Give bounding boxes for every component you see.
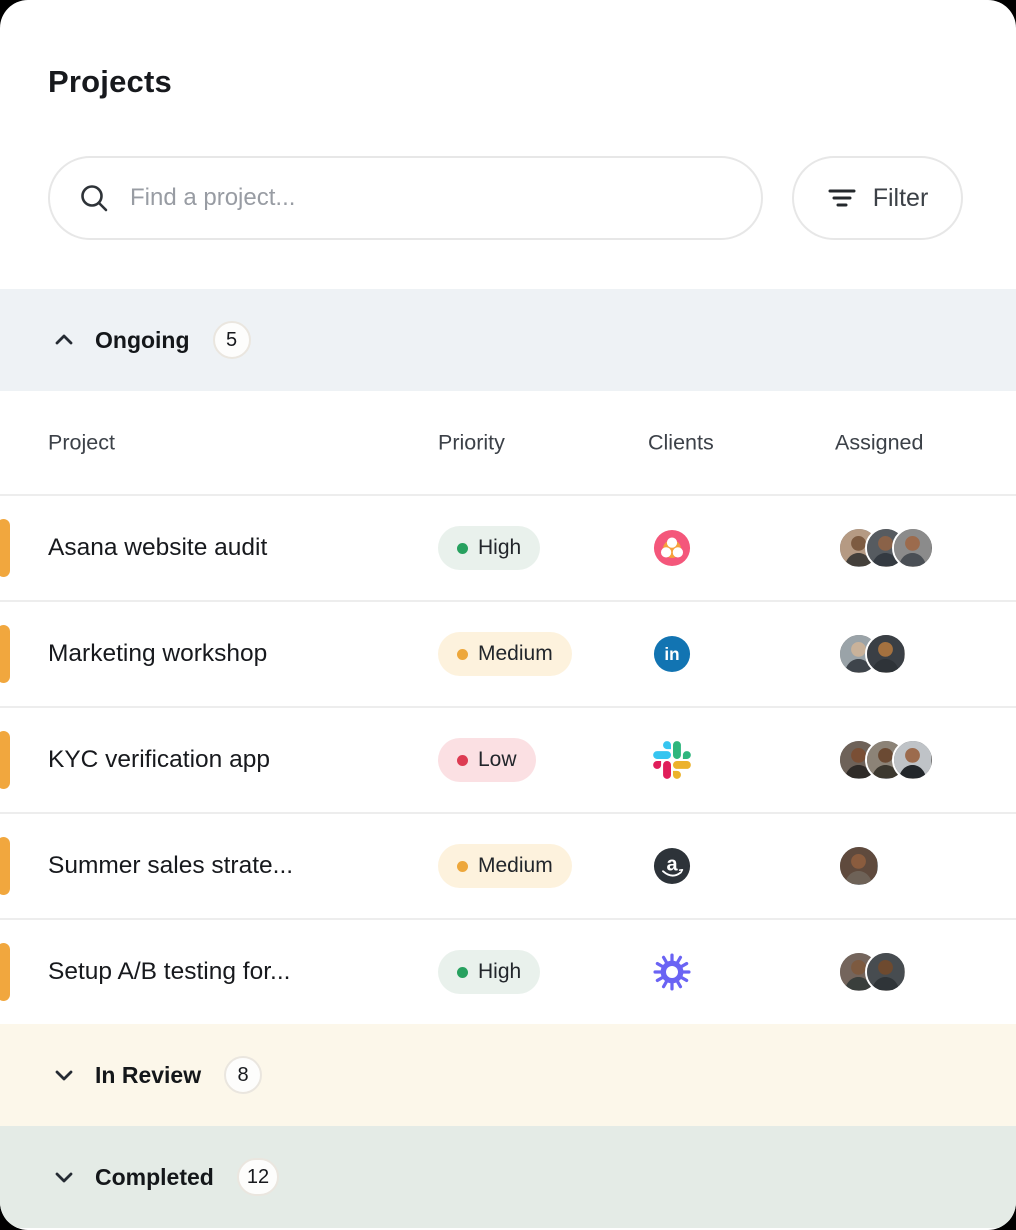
chevron-up-icon[interactable] bbox=[52, 328, 76, 352]
section-label: Ongoing bbox=[95, 327, 190, 354]
assigned-avatars bbox=[838, 845, 880, 887]
column-header-clients: Clients bbox=[648, 430, 714, 455]
section-header-in-review[interactable]: In Review 8 bbox=[0, 1024, 1016, 1126]
filter-button[interactable]: Filter bbox=[792, 156, 963, 240]
priority-label: High bbox=[478, 960, 521, 984]
priority-dot bbox=[457, 543, 468, 554]
table-header: Project Priority Clients Assigned bbox=[0, 391, 1016, 494]
search-icon bbox=[78, 182, 110, 214]
svg-text:in: in bbox=[664, 645, 679, 664]
section-header-completed[interactable]: Completed 12 bbox=[0, 1126, 1016, 1228]
projects-panel: Projects Filter Ongoing 5 bbox=[0, 0, 1016, 1230]
priority-cell: High bbox=[438, 526, 540, 570]
client-linkedin-icon: in bbox=[653, 635, 691, 673]
client-asana-icon bbox=[653, 529, 691, 567]
chevron-down-icon[interactable] bbox=[52, 1063, 76, 1087]
section-count-badge: 12 bbox=[237, 1158, 279, 1196]
priority-cell: Low bbox=[438, 738, 536, 782]
page-title: Projects bbox=[48, 64, 968, 100]
chevron-down-icon[interactable] bbox=[52, 1165, 76, 1189]
row-status-marker bbox=[0, 943, 10, 1001]
project-name: Marketing workshop bbox=[48, 640, 267, 668]
avatar bbox=[892, 739, 934, 781]
priority-badge: Medium bbox=[438, 632, 572, 676]
section-count-badge: 5 bbox=[213, 321, 251, 359]
project-name: KYC verification app bbox=[48, 746, 270, 774]
svg-text:a: a bbox=[666, 853, 678, 875]
section-count-badge: 8 bbox=[224, 1056, 262, 1094]
avatar bbox=[865, 951, 907, 993]
priority-dot bbox=[457, 967, 468, 978]
table-row[interactable]: KYC verification app Low bbox=[0, 708, 1016, 812]
priority-label: Medium bbox=[478, 854, 553, 878]
priority-dot bbox=[457, 649, 468, 660]
priority-cell: Medium bbox=[438, 632, 572, 676]
section-header-ongoing[interactable]: Ongoing 5 bbox=[0, 289, 1016, 391]
priority-badge: High bbox=[438, 526, 540, 570]
projects-table-body: Asana website audit High Marketing worksh… bbox=[0, 496, 1016, 1024]
section-label: Completed bbox=[95, 1164, 214, 1191]
assigned-avatars bbox=[838, 951, 907, 993]
search-input[interactable] bbox=[130, 184, 733, 212]
priority-dot bbox=[457, 861, 468, 872]
priority-label: Medium bbox=[478, 642, 553, 666]
avatar bbox=[892, 527, 934, 569]
search-box[interactable] bbox=[48, 156, 763, 240]
priority-cell: High bbox=[438, 950, 540, 994]
priority-badge: Medium bbox=[438, 844, 572, 888]
assigned-avatars bbox=[838, 739, 934, 781]
avatar bbox=[865, 633, 907, 675]
project-name: Setup A/B testing for... bbox=[48, 958, 290, 986]
row-status-marker bbox=[0, 837, 10, 895]
filter-label: Filter bbox=[873, 184, 929, 213]
column-header-assigned: Assigned bbox=[835, 430, 923, 455]
assigned-avatars bbox=[838, 527, 934, 569]
client-loom-icon bbox=[653, 953, 691, 991]
priority-badge: High bbox=[438, 950, 540, 994]
toolbar: Filter bbox=[0, 156, 1016, 240]
row-status-marker bbox=[0, 519, 10, 577]
table-row[interactable]: Setup A/B testing for... High bbox=[0, 920, 1016, 1024]
project-name: Summer sales strate... bbox=[48, 852, 293, 880]
table-row[interactable]: Marketing workshop Medium in bbox=[0, 602, 1016, 706]
section-label: In Review bbox=[95, 1062, 201, 1089]
client-amazon-icon: a bbox=[653, 847, 691, 885]
row-status-marker bbox=[0, 731, 10, 789]
filter-icon bbox=[827, 185, 857, 211]
assigned-avatars bbox=[838, 633, 907, 675]
priority-label: High bbox=[478, 536, 521, 560]
column-header-priority: Priority bbox=[438, 430, 505, 455]
client-slack-icon bbox=[653, 741, 691, 779]
priority-badge: Low bbox=[438, 738, 536, 782]
row-status-marker bbox=[0, 625, 10, 683]
priority-dot bbox=[457, 755, 468, 766]
column-header-project: Project bbox=[48, 430, 115, 455]
avatar bbox=[838, 845, 880, 887]
table-row[interactable]: Asana website audit High bbox=[0, 496, 1016, 600]
table-row[interactable]: Summer sales strate... Medium a bbox=[0, 814, 1016, 918]
project-name: Asana website audit bbox=[48, 534, 267, 562]
priority-label: Low bbox=[478, 748, 517, 772]
page-header: Projects bbox=[0, 0, 1016, 100]
priority-cell: Medium bbox=[438, 844, 572, 888]
